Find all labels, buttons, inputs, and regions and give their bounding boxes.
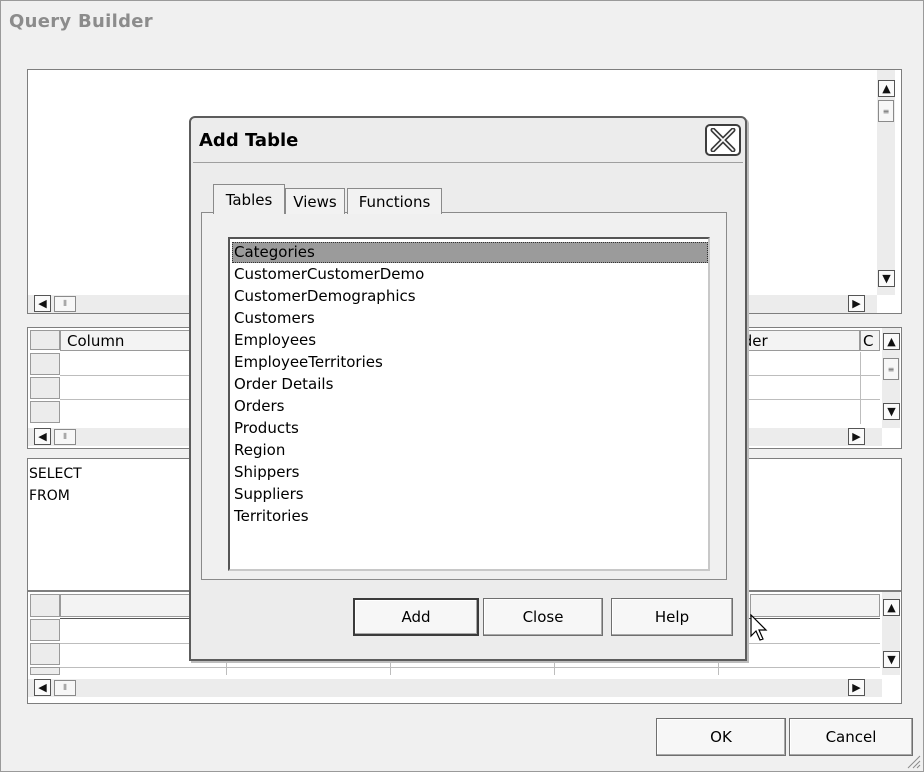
add-table-dialog: Add Table Tables Views Functions Categor… <box>189 116 747 661</box>
dialog-close-button[interactable] <box>705 124 741 156</box>
tab-views[interactable]: Views <box>285 188 345 214</box>
list-item-customerdemographics[interactable]: CustomerDemographics <box>234 286 416 307</box>
row-header[interactable] <box>30 643 60 665</box>
chevron-right-icon[interactable]: ▶ <box>848 295 865 312</box>
grid-corner <box>30 594 60 617</box>
results-vscrollbar[interactable]: ▲ ▼ <box>882 592 900 675</box>
scroll-grip-icon[interactable]: ⦀ <box>54 680 76 696</box>
grid-line <box>860 352 861 424</box>
chevron-down-icon[interactable]: ▼ <box>883 403 900 420</box>
scroll-grip-icon[interactable]: ⦀ <box>54 429 76 445</box>
close-button[interactable]: Close <box>483 598 603 636</box>
resize-grip-icon[interactable] <box>905 753 921 769</box>
chevron-up-icon[interactable]: ▲ <box>878 80 895 97</box>
tab-label: Views <box>293 192 337 211</box>
grid-line <box>60 667 880 668</box>
chevron-left-icon[interactable]: ◀ <box>34 679 51 696</box>
chevron-left-icon[interactable]: ◀ <box>34 428 51 445</box>
scroll-grip-icon[interactable]: ⦀ <box>54 296 76 312</box>
list-item-categories[interactable]: Categories <box>232 242 708 263</box>
diagram-vscrollbar[interactable]: ▲ ≡ ▼ <box>877 70 895 295</box>
ok-button[interactable]: OK <box>656 718 786 756</box>
results-hscrollbar[interactable]: ◀ ⦀ ▶ <box>28 679 882 697</box>
help-button[interactable]: Help <box>611 598 733 636</box>
close-x-icon <box>710 128 736 152</box>
row-header[interactable] <box>30 619 60 641</box>
tab-functions[interactable]: Functions <box>347 188 442 214</box>
column-header-label: Column <box>67 332 125 350</box>
scroll-grip-icon[interactable]: ≡ <box>878 100 894 122</box>
tables-list[interactable]: Categories CustomerCustomerDemo Customer… <box>228 237 710 571</box>
mouse-pointer-icon <box>750 614 768 641</box>
chevron-up-icon[interactable]: ▲ <box>883 333 900 350</box>
cancel-button[interactable]: Cancel <box>789 718 913 756</box>
dialog-title: Add Table <box>199 130 299 151</box>
grid-vscrollbar[interactable]: ▲ ≡ ▼ <box>882 328 900 428</box>
window-title: Query Builder <box>9 11 153 32</box>
row-header[interactable] <box>30 667 60 675</box>
row-header[interactable] <box>30 401 60 423</box>
list-item-territories[interactable]: Territories <box>234 506 309 527</box>
list-item-products[interactable]: Products <box>234 418 299 439</box>
tab-label: Functions <box>358 192 431 211</box>
chevron-down-icon[interactable]: ▼ <box>883 651 900 668</box>
tab-tables[interactable]: Tables <box>213 184 285 214</box>
chevron-left-icon[interactable]: ◀ <box>34 295 51 312</box>
title-separator <box>193 162 743 163</box>
row-header[interactable] <box>30 353 60 375</box>
row-header[interactable] <box>30 377 60 399</box>
list-item-customercustomerdemo[interactable]: CustomerCustomerDemo <box>234 264 424 285</box>
chevron-right-icon[interactable]: ▶ <box>848 428 865 445</box>
list-item-region[interactable]: Region <box>234 440 285 461</box>
scroll-grip-icon[interactable]: ≡ <box>883 358 899 380</box>
add-button[interactable]: Add <box>353 598 479 636</box>
grid-corner <box>30 330 60 350</box>
list-item-shippers[interactable]: Shippers <box>234 462 299 483</box>
list-item-employeeterritories[interactable]: EmployeeTerritories <box>234 352 383 373</box>
column-header-label: C <box>863 332 874 350</box>
list-item-customers[interactable]: Customers <box>234 308 315 329</box>
list-item-suppliers[interactable]: Suppliers <box>234 484 304 505</box>
column-header-c[interactable]: C <box>860 330 880 351</box>
list-item-orders[interactable]: Orders <box>234 396 284 417</box>
list-item-order-details[interactable]: Order Details <box>234 374 333 395</box>
tab-label: Tables <box>225 190 273 209</box>
list-item-employees[interactable]: Employees <box>234 330 316 351</box>
chevron-down-icon[interactable]: ▼ <box>878 270 895 287</box>
chevron-up-icon[interactable]: ▲ <box>883 599 900 616</box>
chevron-right-icon[interactable]: ▶ <box>848 679 865 696</box>
